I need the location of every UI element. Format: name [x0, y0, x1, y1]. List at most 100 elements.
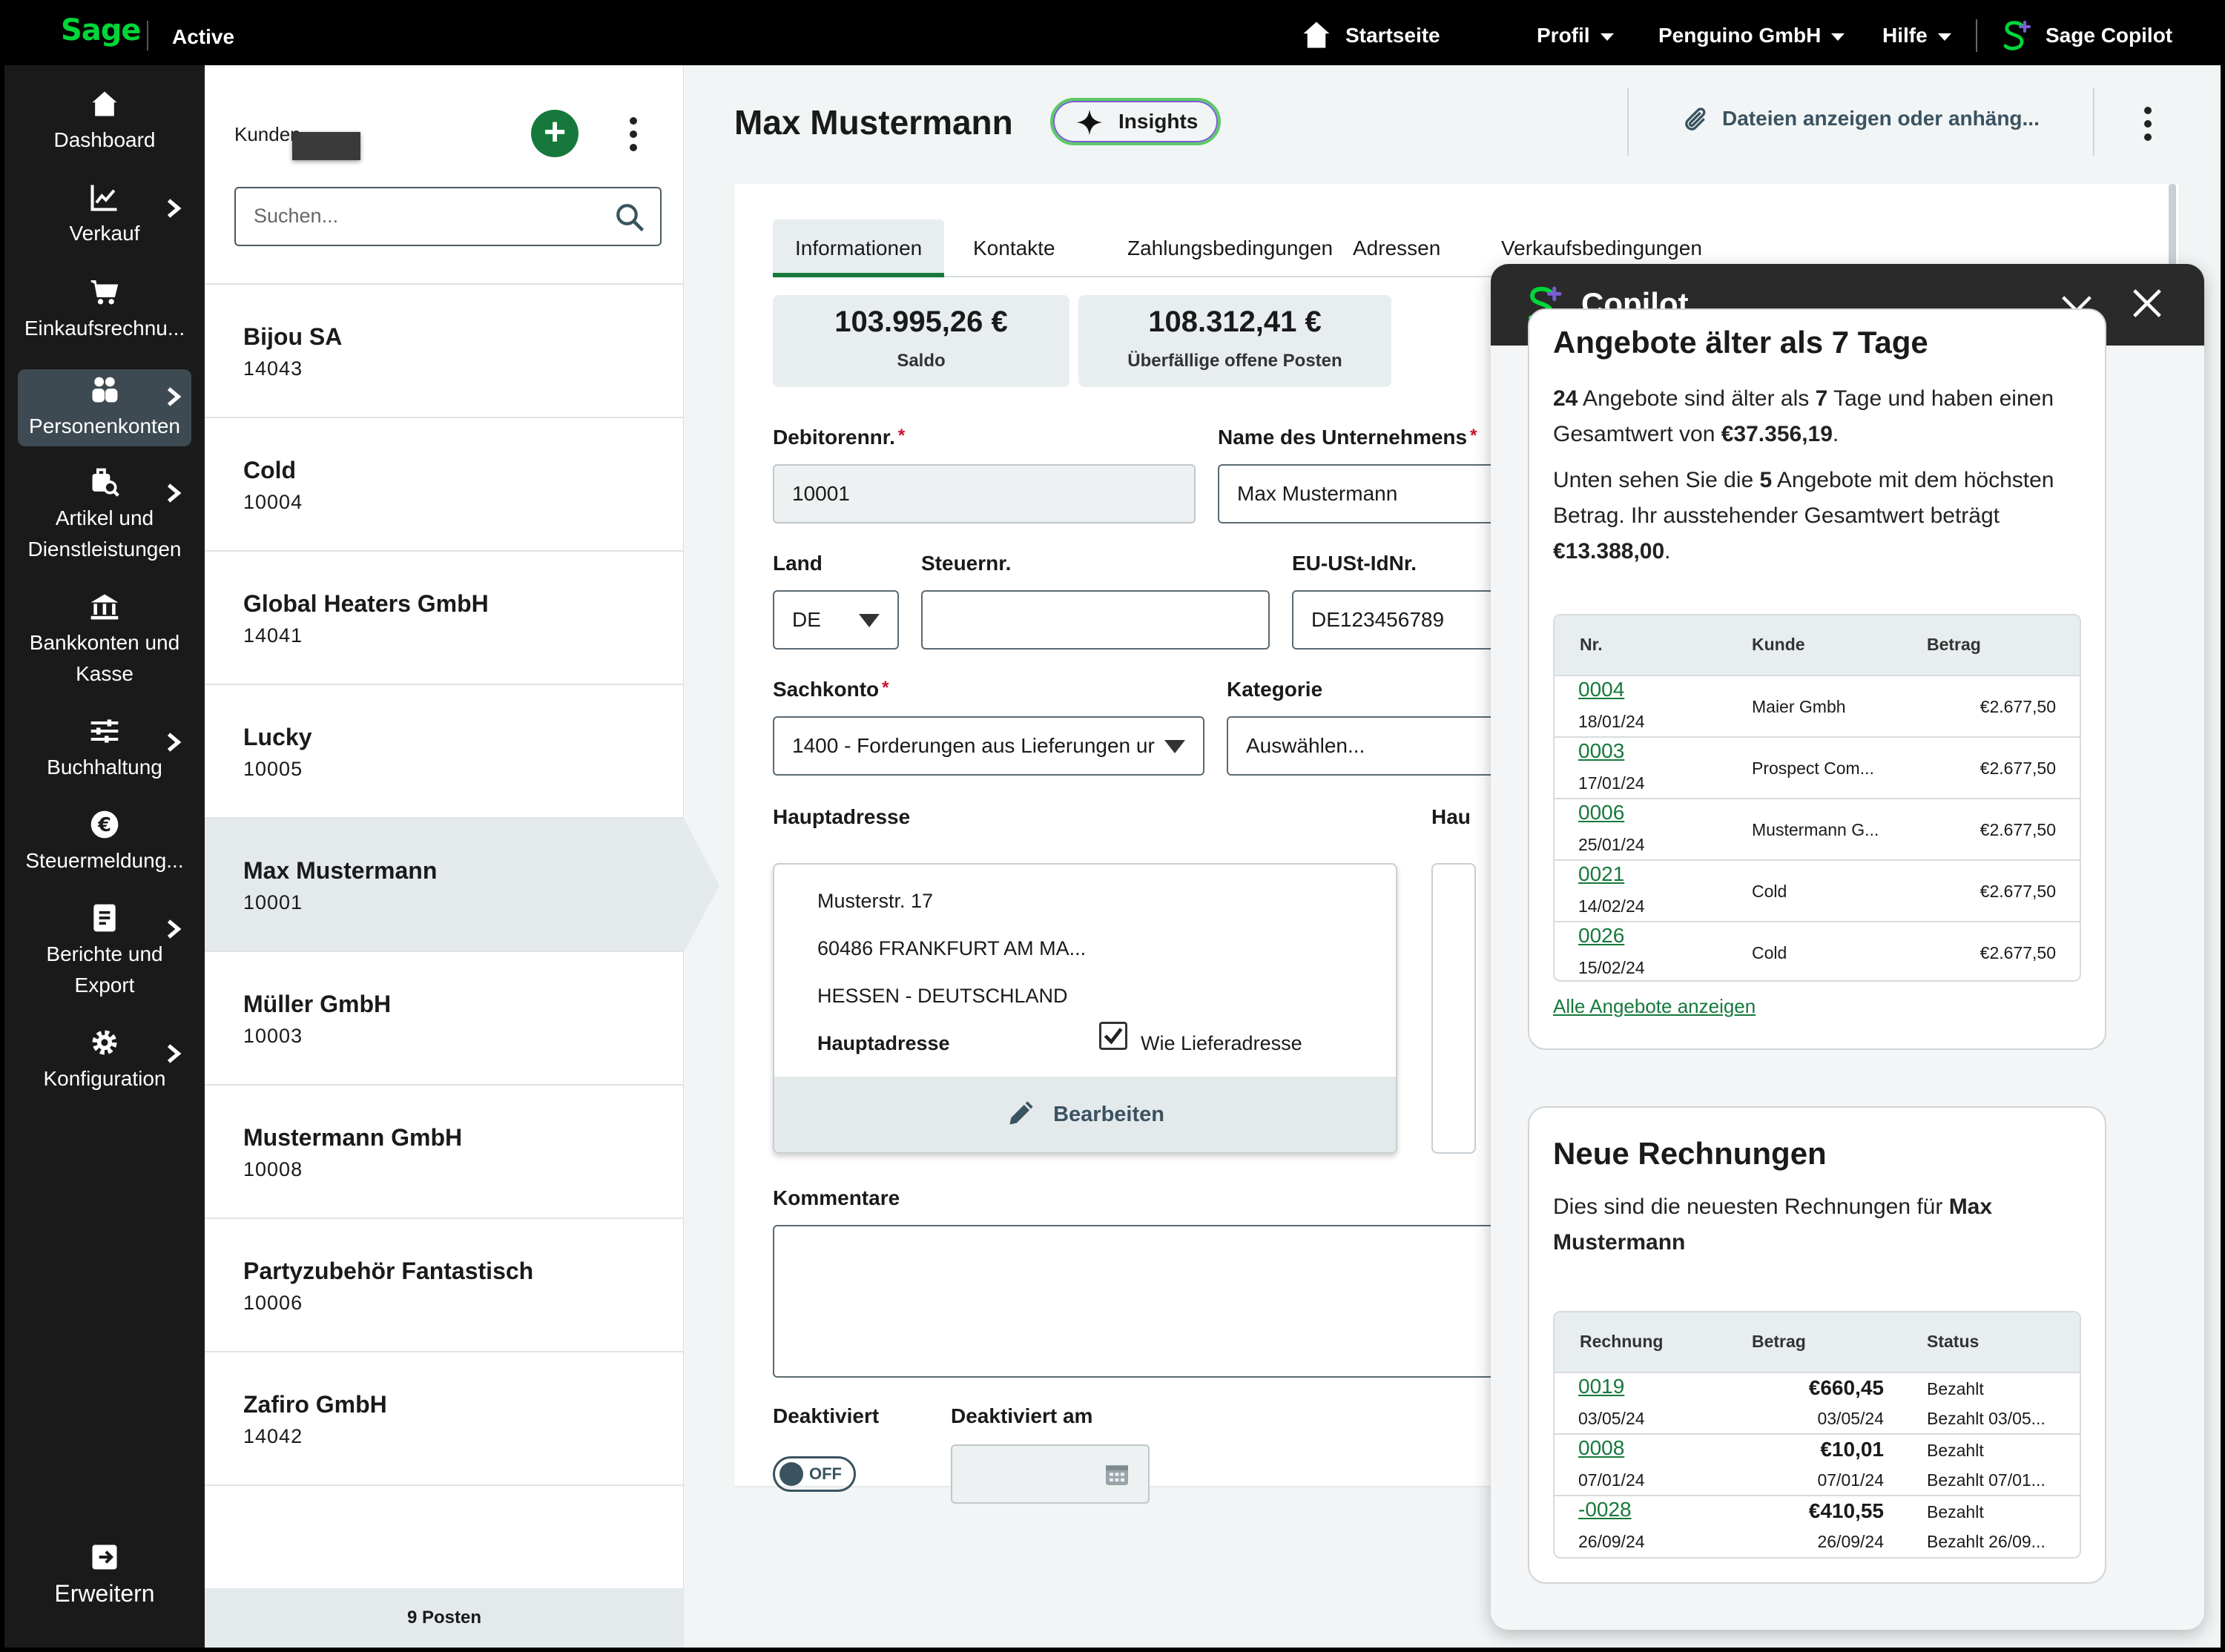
list-item[interactable]: Zafiro GmbH 14042 — [205, 1352, 684, 1486]
tab-zahlungsbedingungen[interactable]: Zahlungsbedingungen — [1105, 219, 1355, 277]
quote-amount: €2.677,50 — [1980, 943, 2056, 962]
quote-link[interactable]: 0006 — [1578, 801, 1624, 825]
list-item[interactable]: Lucky 10005 — [205, 685, 684, 819]
invoice-link[interactable]: -0028 — [1578, 1498, 1632, 1522]
quote-link[interactable]: 0026 — [1578, 924, 1624, 948]
list-item[interactable]: Mustermann GmbH 10008 — [205, 1086, 684, 1219]
sidebar-item-dashboard[interactable]: Dashboard — [18, 87, 191, 156]
invoice-link[interactable]: 0019 — [1578, 1375, 1624, 1398]
nav-help[interactable]: Hilfe — [1882, 24, 1951, 47]
close-icon[interactable] — [2130, 286, 2164, 320]
chevron-down-icon — [1600, 33, 1614, 41]
customer-number: 10001 — [243, 891, 303, 913]
left-sidebar: Dashboard Verkauf Einkaufsrechnu... Pers… — [4, 65, 205, 1648]
list-item[interactable]: Global Heaters GmbH 14041 — [205, 552, 684, 685]
customer-number: 10008 — [243, 1158, 303, 1180]
chevron-right-icon — [167, 387, 182, 406]
country-select[interactable]: DE — [773, 590, 899, 650]
status-label: Active — [172, 25, 235, 48]
chevron-right-icon — [167, 919, 182, 939]
debitor-field[interactable]: 10001 — [773, 464, 1196, 523]
category-select[interactable]: Auswählen... — [1227, 716, 1514, 776]
vat-field[interactable]: DE123456789 — [1292, 590, 1514, 650]
column-header: Kunde — [1752, 635, 1805, 654]
address-card-secondary — [1431, 863, 1476, 1154]
quote-amount: €2.677,50 — [1980, 882, 2056, 901]
sidebar-item-verkauf[interactable]: Verkauf — [18, 181, 191, 249]
edit-address-button[interactable]: Bearbeiten — [774, 1077, 1396, 1152]
list-item[interactable]: Partyzubehör Fantastisch 10006 — [205, 1219, 684, 1352]
search-input[interactable] — [254, 205, 595, 228]
comments-textarea[interactable] — [773, 1225, 1514, 1378]
column-header: Betrag — [1752, 1332, 1806, 1351]
vat-label: EU-USt-IdNr. — [1292, 552, 1417, 575]
files-button[interactable]: Dateien anzeigen oder anhäng... — [1681, 107, 2040, 130]
tab-kontakte[interactable]: Kontakte — [951, 219, 1078, 277]
invoices-heading: Neue Rechnungen — [1553, 1136, 1827, 1171]
tab-informationen[interactable]: Informationen — [773, 219, 945, 277]
chevron-right-icon — [167, 733, 182, 752]
account-select[interactable]: 1400 - Forderungen aus Lieferungen ur — [773, 716, 1204, 776]
home-icon[interactable] — [1301, 19, 1332, 50]
nav-copilot[interactable]: Sage Copilot — [2046, 24, 2172, 47]
sidebar-item-steuermeldung[interactable]: € Steuermeldung... — [18, 808, 191, 876]
text: Dies sind die neuesten Rechnungen für — [1553, 1195, 1949, 1219]
sidebar-item-bankkonten[interactable]: Bankkonten und Kasse — [18, 590, 191, 690]
address-label: Hauptadresse — [773, 805, 911, 828]
sidebar-item-konfiguration[interactable]: Konfiguration — [18, 1026, 191, 1094]
invoice-status: Bezahlt — [1927, 1441, 1984, 1460]
nav-home[interactable]: Startseite — [1345, 24, 1440, 47]
tab-adressen[interactable]: Adressen — [1331, 219, 1463, 277]
nav-company[interactable]: Penguino GmbH — [1658, 24, 1845, 47]
sidebar-item-artikel[interactable]: Artikel und Dienstleistungen — [18, 466, 191, 565]
customer-list-panel: Kunden + Bijou SA 14043 Cold 10004 Global … — [205, 65, 719, 1648]
list-item[interactable]: Cold 10004 — [205, 418, 684, 552]
text: Unten sehen Sie die — [1553, 468, 1760, 492]
deactivated-date-field[interactable] — [951, 1444, 1150, 1504]
sidebar-item-buchhaltung[interactable]: Buchhaltung — [18, 715, 191, 783]
nav-profile[interactable]: Profil — [1537, 24, 1614, 47]
list-item-selected[interactable]: Max Mustermann 10001 — [205, 819, 719, 952]
quote-customer: Cold — [1752, 943, 1787, 962]
overdue-label: Überfällige offene Posten — [1127, 351, 1342, 371]
add-customer-button[interactable]: + — [531, 110, 578, 157]
sage-logo[interactable]: Sage — [61, 13, 142, 47]
invoice-status: Bezahlt — [1927, 1502, 1984, 1522]
more-vertical-icon[interactable] — [629, 116, 638, 153]
list-item[interactable]: Müller GmbH 10003 — [205, 952, 684, 1086]
sidebar-item-personenkonten[interactable]: Personenkonten — [18, 369, 191, 446]
table-row: 0006 25/01/24 Mustermann G... €2.677,50 — [1555, 798, 2080, 859]
overdue-card: 108.312,41 € Überfällige offene Posten — [1078, 295, 1391, 387]
invoices-table: Rechnung Betrag Status 0019 03/05/24 €66… — [1553, 1311, 2081, 1559]
list-item[interactable]: Bijou SA 14043 — [205, 285, 684, 418]
column-header: Betrag — [1927, 635, 1981, 654]
customer-name: Global Heaters GmbH — [243, 590, 489, 617]
quote-link[interactable]: 0003 — [1578, 739, 1624, 763]
quote-link[interactable]: 0021 — [1578, 862, 1624, 886]
quotes-detail: Unten sehen Sie die 5 Angebote mit dem h… — [1553, 463, 2087, 569]
deactivated-toggle[interactable]: OFF — [773, 1456, 856, 1492]
invoice-status-detail: Bezahlt 07/01... — [1927, 1470, 2046, 1490]
insights-button[interactable]: Insights — [1050, 98, 1221, 145]
sidebar-expand-button[interactable]: Erweitern — [18, 1541, 191, 1609]
same-as-delivery-checkbox[interactable] — [1099, 1022, 1127, 1050]
customer-number: 14042 — [243, 1425, 303, 1447]
calendar-icon[interactable] — [1102, 1459, 1132, 1489]
all-quotes-link[interactable]: Alle Angebote anzeigen — [1553, 995, 1756, 1018]
quotes-count: 24 — [1553, 386, 1578, 411]
company-field[interactable]: Max Mustermann — [1218, 464, 1514, 523]
search-icon[interactable] — [614, 202, 645, 233]
quote-link[interactable]: 0004 — [1578, 678, 1624, 701]
people-icon — [92, 377, 118, 403]
more-vertical-icon[interactable] — [2143, 105, 2152, 142]
copilot-logo-icon[interactable] — [2001, 19, 2031, 52]
tax-field[interactable] — [921, 590, 1270, 650]
column-header: Rechnung — [1580, 1332, 1664, 1351]
invoices-summary: Dies sind die neuesten Rechnungen für Ma… — [1553, 1189, 2087, 1261]
sidebar-item-einkaufsrechnungen[interactable]: Einkaufsrechnu... — [18, 276, 191, 344]
check-icon — [1104, 1028, 1123, 1045]
chevron-right-icon — [167, 483, 182, 503]
days: 7 — [1815, 386, 1828, 411]
sidebar-item-berichte[interactable]: Berichte und Export — [18, 902, 191, 1001]
invoice-link[interactable]: 0008 — [1578, 1436, 1624, 1460]
